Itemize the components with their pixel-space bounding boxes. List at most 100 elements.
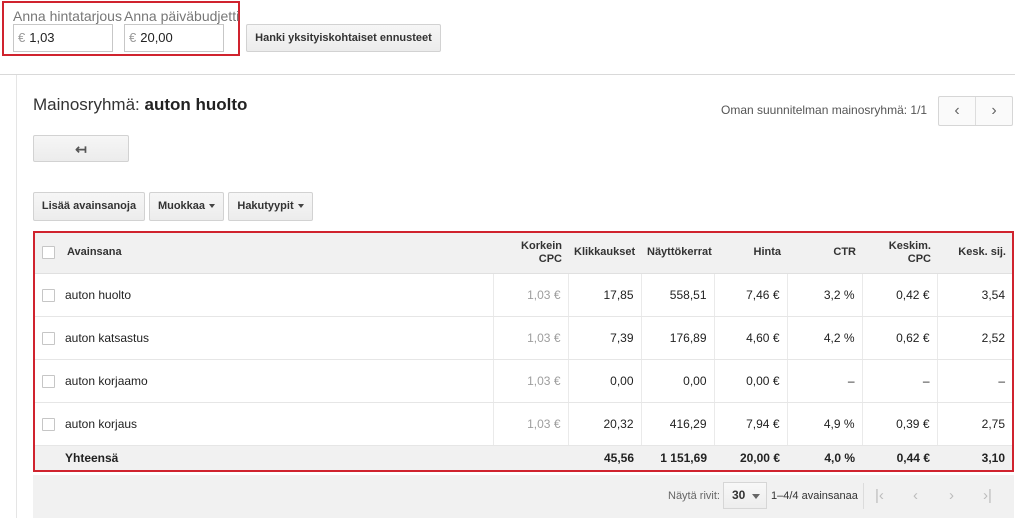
bid-currency: € <box>18 30 26 45</box>
edit-dropdown[interactable]: Muokkaa <box>149 192 224 221</box>
keyword-cell: auton huolto <box>61 273 493 317</box>
impressions-cell: 416,29 <box>640 402 714 446</box>
avg-position-cell: 3,54 <box>936 273 1012 317</box>
back-button[interactable]: ↤ <box>33 135 129 162</box>
bid-value: 1,03 <box>29 30 55 45</box>
divider <box>0 74 1015 75</box>
row-checkbox-cell <box>35 359 61 403</box>
clicks-cell: 7,39 <box>567 316 641 360</box>
ctr-cell: 4,2 % <box>786 316 862 360</box>
ctr-cell: 4,9 % <box>786 402 862 446</box>
edit-label: Muokkaa <box>157 200 206 212</box>
pagination-range: 1–4/4 avainsanaa <box>771 490 858 502</box>
bid-label: Anna hintatarjous <box>13 8 122 24</box>
adgroup-pager: ‹ › <box>938 96 1013 126</box>
cost-cell: 7,46 € <box>713 273 787 317</box>
col-max-cpc-line2: CPC <box>538 252 562 265</box>
row-checkbox-cell <box>35 316 61 360</box>
get-forecasts-button[interactable]: Hanki yksityiskohtaiset ennusteet <box>246 24 441 52</box>
avg-cpc-cell: – <box>861 359 937 403</box>
impressions-cell: 176,89 <box>640 316 714 360</box>
max-cpc-cell[interactable]: 1,03 € <box>492 316 568 360</box>
rows-per-page-label: Näytä rivit: <box>668 490 720 502</box>
caret-down-icon <box>752 494 760 499</box>
keyword-cell: auton katsastus <box>61 316 493 360</box>
rows-per-page-value: 30 <box>732 488 746 502</box>
match-types-dropdown[interactable]: Hakutyypit <box>228 192 313 221</box>
row-checkbox[interactable] <box>41 417 55 431</box>
col-avg-cpc-line2: CPC <box>907 252 931 265</box>
avg-position-cell: 2,52 <box>936 316 1012 360</box>
col-clicks[interactable]: Klikkaukset <box>568 233 641 274</box>
table-header: Avainsana Korkein CPC Klikkaukset Näyttök… <box>35 233 1012 274</box>
col-cost[interactable]: Hinta <box>714 233 787 274</box>
adgroup-name: auton huolto <box>144 95 248 114</box>
row-checkbox[interactable] <box>41 374 55 388</box>
row-checkbox-cell <box>35 402 61 446</box>
budget-input[interactable]: €20,00 <box>124 24 224 52</box>
avg-cpc-cell: 0,42 € <box>861 273 937 317</box>
table-row: auton katsastus 1,03 €7,39 176,89 4,60 €4,2… <box>35 316 1012 360</box>
avg-position-cell: 2,75 <box>936 402 1012 446</box>
impressions-cell: 0,00 <box>640 359 714 403</box>
cost-cell: 0,00 € <box>713 359 787 403</box>
max-cpc-cell[interactable]: 1,03 € <box>492 402 568 446</box>
budget-value: 20,00 <box>140 30 173 45</box>
table-row: auton korjaamo 1,03 €0,00 0,00 0,00 € – – – <box>35 359 1012 403</box>
total-label: Yhteensä <box>61 445 493 470</box>
left-border <box>16 75 17 518</box>
table-row: auton huolto 1,03 €17,85 558,51 7,46 €3,2 %… <box>35 273 1012 317</box>
total-avg-cpc: 0,44 € <box>862 445 937 470</box>
avg-cpc-cell: 0,39 € <box>861 402 937 446</box>
match-types-label: Hakutyypit <box>237 200 294 212</box>
total-clicks: 45,56 <box>568 445 641 470</box>
back-arrow-icon: ↤ <box>75 141 87 157</box>
total-cost: 20,00 € <box>714 445 787 470</box>
col-avg-position[interactable]: Kesk. sij. <box>937 233 1012 274</box>
select-all-checkbox[interactable] <box>41 246 55 260</box>
keyword-cell: auton korjaus <box>61 402 493 446</box>
col-ctr[interactable]: CTR <box>787 233 862 274</box>
col-keyword[interactable]: Avainsana <box>61 233 493 274</box>
row-checkbox[interactable] <box>41 331 55 345</box>
col-avg-cpc[interactable]: Keskim. CPC <box>862 233 937 274</box>
total-max-cpc <box>493 445 568 470</box>
cost-cell: 4,60 € <box>713 316 787 360</box>
keyword-table: Avainsana Korkein CPC Klikkaukset Näyttök… <box>35 233 1012 470</box>
plan-adgroup-counter: Oman suunnitelman mainosryhmä: 1/1 <box>721 103 928 117</box>
add-keywords-button[interactable]: Lisää avainsanoja <box>33 192 145 221</box>
chevron-left-icon[interactable]: ‹ <box>939 97 976 125</box>
table-row: auton korjaus 1,03 €20,32 416,29 7,94 €4,9 … <box>35 402 1012 446</box>
max-cpc-cell[interactable]: 1,03 € <box>492 273 568 317</box>
avg-position-cell: – <box>936 359 1012 403</box>
col-max-cpc[interactable]: Korkein CPC <box>493 233 568 274</box>
col-avg-cpc-line1: Keskim. <box>888 239 931 252</box>
keyword-table-highlight: Avainsana Korkein CPC Klikkaukset Näyttök… <box>33 231 1014 472</box>
chevron-right-icon[interactable]: › <box>976 97 1012 125</box>
footer-separator <box>863 483 864 509</box>
budget-label: Anna päiväbudjetti <box>124 8 240 24</box>
col-impressions[interactable]: Näyttökerrat <box>641 233 714 274</box>
adgroup-prefix: Mainosryhmä: <box>33 95 140 114</box>
select-all-cell <box>35 233 61 274</box>
avg-cpc-cell: 0,62 € <box>861 316 937 360</box>
next-page-icon[interactable]: › <box>949 487 954 504</box>
row-checkbox-cell <box>35 273 61 317</box>
first-page-icon[interactable]: |‹ <box>875 487 884 504</box>
bid-input[interactable]: €1,03 <box>13 24 113 52</box>
total-impressions: 1 151,69 <box>641 445 714 470</box>
impressions-cell: 558,51 <box>640 273 714 317</box>
rows-per-page-select[interactable]: 30 <box>723 482 767 509</box>
last-page-icon[interactable]: ›| <box>983 487 992 504</box>
col-max-cpc-line1: Korkein <box>521 239 562 252</box>
keyword-cell: auton korjaamo <box>61 359 493 403</box>
caret-down-icon <box>297 204 304 209</box>
max-cpc-cell[interactable]: 1,03 € <box>492 359 568 403</box>
row-checkbox[interactable] <box>41 288 55 302</box>
clicks-cell: 20,32 <box>567 402 641 446</box>
total-row: Yhteensä 45,56 1 151,69 20,00 € 4,0 % 0,… <box>35 445 1012 470</box>
total-checkbox-cell <box>35 445 61 470</box>
ctr-cell: – <box>786 359 862 403</box>
page-title: Mainosryhmä: auton huolto <box>33 95 247 115</box>
prev-page-icon[interactable]: ‹ <box>913 487 918 504</box>
